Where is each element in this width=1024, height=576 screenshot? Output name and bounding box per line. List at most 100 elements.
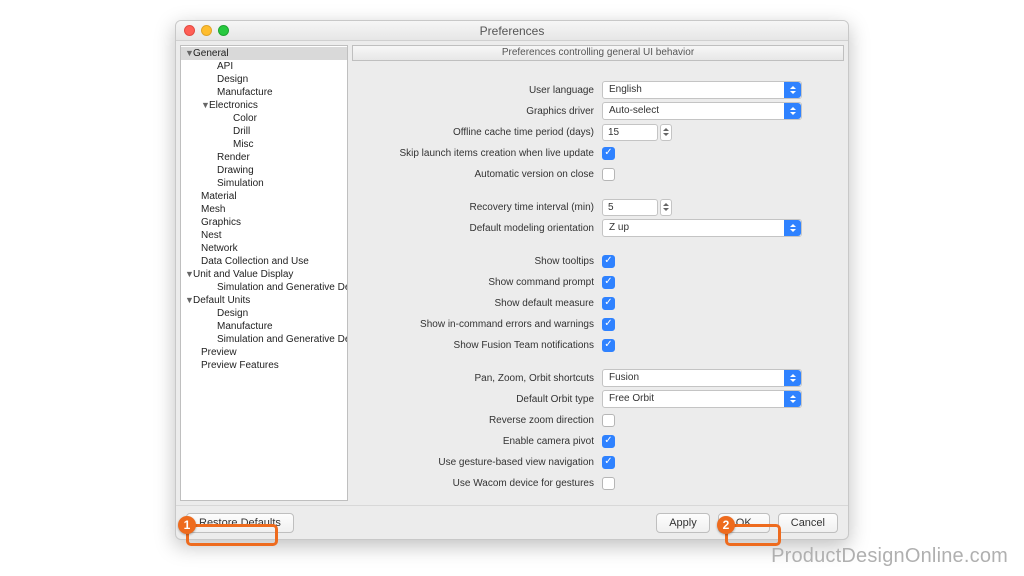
incmd-errors-checkbox[interactable]	[602, 318, 615, 331]
orbit-type-label: Default Orbit type	[362, 394, 602, 405]
tree-item[interactable]: Graphics	[181, 216, 347, 229]
close-icon[interactable]	[184, 25, 195, 36]
tree-item[interactable]: Drill	[181, 125, 347, 138]
callout-badge-1: 1	[178, 516, 196, 534]
disclosure-triangle-icon[interactable]: ▼	[185, 268, 193, 281]
pan-zoom-label: Pan, Zoom, Orbit shortcuts	[362, 373, 602, 384]
tree-item[interactable]: API	[181, 60, 347, 73]
section-header: Preferences controlling general UI behav…	[352, 45, 844, 61]
disclosure-triangle-icon[interactable]: ▼	[185, 294, 193, 307]
reverse-zoom-checkbox[interactable]	[602, 414, 615, 427]
tree-item[interactable]: ▼General	[181, 47, 347, 60]
modeling-orient-select[interactable]: Z up	[602, 219, 802, 237]
skip-launch-checkbox[interactable]	[602, 147, 615, 160]
tree-item[interactable]: Design	[181, 73, 347, 86]
tree-item-label: Design	[217, 308, 248, 319]
tree-item[interactable]: Color	[181, 112, 347, 125]
tree-item-label: Manufacture	[217, 87, 273, 98]
tree-item[interactable]: Network	[181, 242, 347, 255]
chevron-updown-icon	[784, 103, 801, 119]
tree-item[interactable]: ▼Unit and Value Display	[181, 268, 347, 281]
tree-item-label: Color	[233, 113, 257, 124]
tree-item[interactable]: Design	[181, 307, 347, 320]
recovery-interval-label: Recovery time interval (min)	[362, 202, 602, 213]
tree-item[interactable]: Render	[181, 151, 347, 164]
tooltips-label: Show tooltips	[362, 256, 602, 267]
tree-item-label: Preview	[201, 347, 237, 358]
tree-item[interactable]: Simulation and Generative Desi…	[181, 333, 347, 346]
preferences-window: Preferences ▼GeneralAPI Design Manufacture…	[175, 20, 849, 540]
wacom-label: Use Wacom device for gestures	[362, 478, 602, 489]
titlebar: Preferences	[176, 21, 848, 41]
recovery-interval-field[interactable]: 5	[602, 199, 658, 216]
offline-cache-stepper[interactable]	[660, 124, 672, 141]
chevron-updown-icon	[784, 82, 801, 98]
window-title: Preferences	[480, 24, 545, 38]
tree-item[interactable]: Simulation	[181, 177, 347, 190]
disclosure-triangle-icon[interactable]: ▼	[201, 99, 209, 112]
team-notif-checkbox[interactable]	[602, 339, 615, 352]
tree-item-label: Unit and Value Display	[193, 269, 293, 280]
tooltips-checkbox[interactable]	[602, 255, 615, 268]
zoom-icon[interactable]	[218, 25, 229, 36]
graphics-driver-label: Graphics driver	[362, 106, 602, 117]
tree-item-label: Nest	[201, 230, 222, 241]
wacom-checkbox[interactable]	[602, 477, 615, 490]
tree-item[interactable]: Misc	[181, 138, 347, 151]
tree-item-label: Data Collection and Use	[201, 256, 309, 267]
chevron-updown-icon	[784, 220, 801, 236]
team-notif-label: Show Fusion Team notifications	[362, 340, 602, 351]
recovery-interval-stepper[interactable]	[660, 199, 672, 216]
auto-version-checkbox[interactable]	[602, 168, 615, 181]
tree-item-label: Simulation and Generative Desi…	[217, 282, 348, 293]
preferences-tree[interactable]: ▼GeneralAPIDesignManufacture▼Electronics…	[180, 45, 348, 501]
tree-item[interactable]: Manufacture	[181, 86, 347, 99]
tree-item[interactable]: Data Collection and Use	[181, 255, 347, 268]
tree-item-label: API	[217, 61, 233, 72]
tree-item[interactable]: Simulation and Generative Desi…	[181, 281, 347, 294]
tree-item-label: Design	[217, 74, 248, 85]
graphics-driver-select[interactable]: Auto-select	[602, 102, 802, 120]
tree-item-label: Drill	[233, 126, 250, 137]
tree-item[interactable]: Material	[181, 190, 347, 203]
tree-item[interactable]: Mesh	[181, 203, 347, 216]
gesture-nav-checkbox[interactable]	[602, 456, 615, 469]
callout-restore-defaults	[186, 524, 278, 546]
cancel-button[interactable]: Cancel	[778, 513, 838, 533]
tree-item-label: Preview Features	[201, 360, 279, 371]
orbit-type-select[interactable]: Free Orbit	[602, 390, 802, 408]
camera-pivot-checkbox[interactable]	[602, 435, 615, 448]
tree-item-label: Network	[201, 243, 238, 254]
offline-cache-field[interactable]: 15	[602, 124, 658, 141]
tree-item[interactable]: Preview Features	[181, 359, 347, 372]
tree-item-label: Electronics	[209, 100, 258, 111]
tree-item-label: Material	[201, 191, 237, 202]
minimize-icon[interactable]	[201, 25, 212, 36]
apply-button[interactable]: Apply	[656, 513, 710, 533]
cmd-prompt-checkbox[interactable]	[602, 276, 615, 289]
tree-item-label: Misc	[233, 139, 254, 150]
tree-item[interactable]: Preview	[181, 346, 347, 359]
tree-item-label: Graphics	[201, 217, 241, 228]
chevron-updown-icon	[784, 370, 801, 386]
tree-item[interactable]: Nest	[181, 229, 347, 242]
camera-pivot-label: Enable camera pivot	[362, 436, 602, 447]
disclosure-triangle-icon[interactable]: ▼	[185, 47, 193, 60]
preferences-form: User language English Graphics driver Au…	[352, 61, 844, 501]
traffic-lights	[184, 25, 229, 36]
tree-item[interactable]: ▼Electronics	[181, 99, 347, 112]
default-measure-checkbox[interactable]	[602, 297, 615, 310]
cmd-prompt-label: Show command prompt	[362, 277, 602, 288]
tree-item[interactable]: ▼Default Units	[181, 294, 347, 307]
user-language-select[interactable]: English	[602, 81, 802, 99]
tree-item-label: Manufacture	[217, 321, 273, 332]
tree-item-label: Render	[217, 152, 250, 163]
tree-item-label: Simulation and Generative Desi…	[217, 334, 348, 345]
gesture-nav-label: Use gesture-based view navigation	[362, 457, 602, 468]
tree-item-label: Mesh	[201, 204, 225, 215]
tree-item[interactable]: Manufacture	[181, 320, 347, 333]
pan-zoom-select[interactable]: Fusion	[602, 369, 802, 387]
skip-launch-label: Skip launch items creation when live upd…	[362, 148, 602, 159]
auto-version-label: Automatic version on close	[362, 169, 602, 180]
tree-item[interactable]: Drawing	[181, 164, 347, 177]
